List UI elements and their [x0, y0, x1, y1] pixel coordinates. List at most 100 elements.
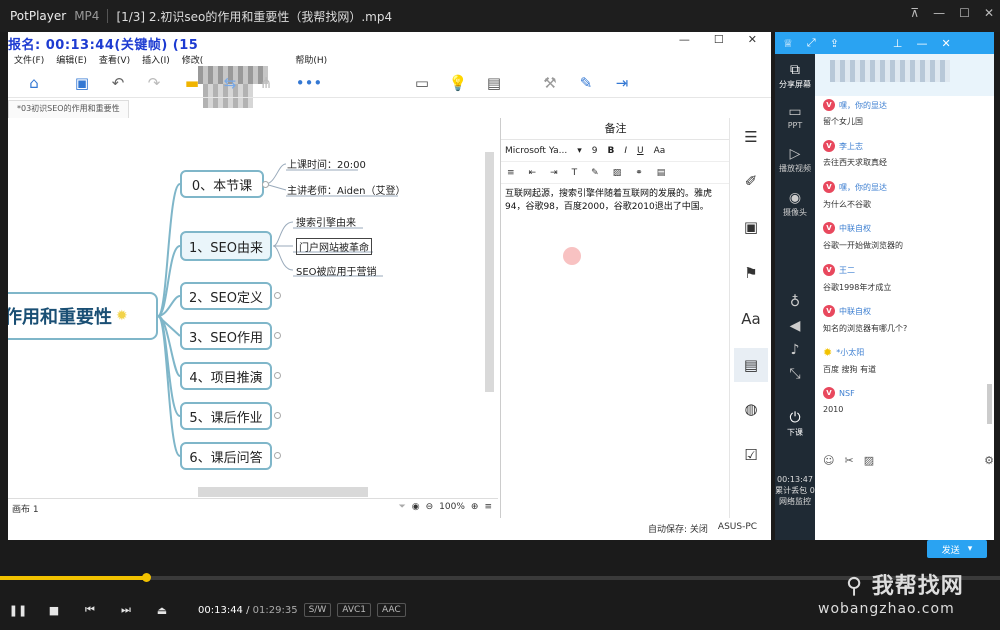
flag-icon[interactable]: ⚑	[740, 262, 762, 284]
leaf-teacher[interactable]: 主讲老师：Aiden（艾登）	[287, 182, 405, 197]
text-style-icon[interactable]: Aa	[740, 308, 762, 330]
next-icon[interactable]: ⏭	[108, 592, 144, 628]
chat-username[interactable]: NSF	[839, 389, 855, 398]
relationship-icon[interactable]: ⇆	[212, 70, 248, 96]
save-icon[interactable]: ▣	[64, 70, 100, 96]
leaf-search-origin[interactable]: 搜索引擎由来	[296, 214, 356, 229]
text-case-icon[interactable]: Aa	[654, 146, 666, 156]
minimize-icon[interactable]: —	[933, 6, 945, 20]
minimize-icon[interactable]: —	[917, 37, 928, 50]
settings-icon[interactable]: ⚙	[984, 454, 994, 467]
outline-icon[interactable]: ☰	[740, 126, 762, 148]
menu-file[interactable]: 文件(F)	[14, 53, 44, 66]
image-icon[interactable]: ▨	[613, 168, 622, 178]
app-maximize-icon[interactable]: ☐	[714, 33, 724, 46]
emoji-icon[interactable]: ☺	[823, 454, 834, 467]
send-button[interactable]: 发送 ▾	[927, 540, 987, 558]
ppt-button[interactable]: ▭ PPT	[775, 104, 815, 130]
play-video-button[interactable]: ▷ 播放视频	[775, 146, 815, 174]
chevron-down-icon[interactable]: ▾	[968, 544, 973, 554]
idea-icon[interactable]: 💡	[440, 70, 476, 96]
pin-icon[interactable]: ⊥	[893, 37, 903, 50]
menu-modify[interactable]: 修改(	[182, 53, 204, 66]
chat-username[interactable]: 中联自权	[839, 306, 871, 317]
eye-icon[interactable]: ◉	[412, 502, 420, 512]
video-codec-badge[interactable]: AVC1	[337, 603, 371, 617]
image-icon[interactable]: ▨	[864, 454, 874, 467]
text-color-icon[interactable]: T	[572, 168, 578, 178]
menu-help[interactable]: 帮助(H)	[295, 53, 327, 66]
indent-icon[interactable]: ⇥	[550, 168, 558, 178]
mindmap-canvas[interactable]: 作用和重要性 ✹ 0、本节课 1、SEO由来 2、SEO定义 3、SEO作用 4…	[8, 118, 498, 498]
fit-icon[interactable]: ≡	[484, 502, 492, 512]
expand-toggle[interactable]	[274, 452, 281, 459]
collapse-toggle[interactable]	[262, 181, 269, 188]
canvas-vertical-scrollbar[interactable]	[485, 152, 494, 392]
audio-codec-badge[interactable]: AAC	[377, 603, 406, 617]
underline-icon[interactable]: U	[637, 146, 644, 156]
end-class-button[interactable]: ⏻ 下课	[775, 410, 815, 438]
mindmap-node-3[interactable]: 3、SEO作用	[180, 322, 272, 350]
present-icon[interactable]: ▭	[404, 70, 440, 96]
canvas-horizontal-scrollbar[interactable]	[198, 487, 368, 497]
chat-username[interactable]: 王二	[839, 265, 855, 276]
leaf-portal-revolution[interactable]: 门户网站被革命	[296, 238, 372, 255]
export-icon[interactable]: ⇥	[604, 70, 640, 96]
document-tab[interactable]: *03初识SEO的作用和重要性	[8, 100, 129, 118]
leaf-seo-marketing[interactable]: SEO被应用于营销	[296, 263, 377, 278]
mindmap-node-4[interactable]: 4、项目推演	[180, 362, 272, 390]
notes-body[interactable]: 互联网起源，搜索引擎伴随着互联网的发展的。雅虎94，谷歌98，百度2000，谷歌…	[505, 188, 725, 214]
expand-toggle[interactable]	[274, 332, 281, 339]
structure-icon[interactable]: ⋔	[248, 70, 284, 96]
app-close-icon[interactable]: ✕	[748, 33, 757, 46]
chat-username[interactable]: 嘿，你的显达	[839, 182, 887, 193]
camera-button[interactable]: ◉ 摄像头	[775, 190, 815, 218]
close-icon[interactable]: ✕	[984, 6, 994, 20]
mindmap-node-2[interactable]: 2、SEO定义	[180, 282, 272, 310]
chat-username[interactable]: 中联自权	[839, 223, 871, 234]
zoom-out-icon[interactable]: ⊖	[426, 502, 434, 512]
task-icon[interactable]: ☑	[740, 444, 762, 466]
tools-icon[interactable]: ⚒	[532, 70, 568, 96]
highlight-icon[interactable]: ✎	[591, 168, 599, 178]
speaker-icon[interactable]: ◀	[775, 318, 815, 335]
bold-icon[interactable]: B	[607, 146, 614, 156]
home-icon[interactable]: ⌂	[16, 70, 52, 96]
mindmap-node-0[interactable]: 0、本节课	[180, 170, 264, 198]
app-minimize-icon[interactable]: —	[679, 33, 690, 46]
chat-scrollbar[interactable]	[987, 384, 992, 424]
zoom-in-icon[interactable]: ⊕	[471, 502, 479, 512]
maximize-icon[interactable]: ☐	[959, 6, 970, 20]
share-icon[interactable]: ⇪	[830, 37, 839, 50]
image-panel-icon[interactable]: ▣	[740, 216, 762, 238]
chat-username[interactable]: *小太阳	[836, 347, 864, 358]
link-icon[interactable]: ⚭	[635, 168, 643, 178]
decoder-badge[interactable]: S/W	[303, 603, 332, 617]
mindmap-node-5[interactable]: 5、课后作业	[180, 402, 272, 430]
redo-icon[interactable]: ↷	[136, 70, 172, 96]
menu-edit[interactable]: 编辑(E)	[56, 53, 87, 66]
mindmap-node-1[interactable]: 1、SEO由来	[180, 231, 272, 261]
expand-toggle[interactable]	[274, 412, 281, 419]
expand-toggle[interactable]	[274, 372, 281, 379]
expand-icon[interactable]: ⤡	[775, 366, 815, 383]
chevron-down-icon[interactable]: ▾	[577, 146, 582, 156]
attachment-icon[interactable]: ▤	[657, 168, 666, 178]
format-icon[interactable]: ✎	[568, 70, 604, 96]
chat-username[interactable]: 嘿，你的显达	[839, 100, 887, 111]
previous-icon[interactable]: ⏮	[72, 592, 108, 628]
chat-username[interactable]: 李上志	[839, 141, 863, 152]
sheet-tab[interactable]: 画布 1	[12, 502, 39, 515]
notes-panel-icon[interactable]: ▤	[734, 348, 768, 382]
eject-icon[interactable]: ⏏	[144, 592, 180, 628]
menu-insert[interactable]: 插入(I)	[142, 53, 170, 66]
panel-icon[interactable]: ▤	[476, 70, 512, 96]
expand-toggle[interactable]	[274, 292, 281, 299]
stop-icon[interactable]: ■	[36, 592, 72, 628]
close-icon[interactable]: ✕	[942, 37, 951, 50]
seek-handle[interactable]	[142, 573, 151, 582]
align-icon[interactable]: ≡	[507, 168, 515, 178]
pause-icon[interactable]: ❚❚	[0, 592, 36, 628]
player-brand[interactable]: PotPlayer	[0, 9, 66, 23]
gift-icon[interactable]: ♕	[783, 37, 793, 50]
